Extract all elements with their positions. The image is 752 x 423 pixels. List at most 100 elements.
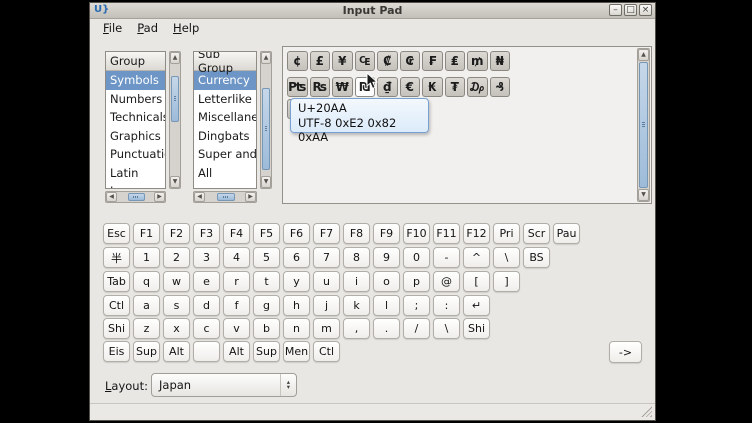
group-item[interactable]: Japanese [106,182,165,189]
group-horizontal-scrollbar[interactable]: ◀ ▶ [105,191,166,203]
key[interactable]: p [403,271,430,292]
key[interactable]: - [433,247,460,268]
scroll-up-icon[interactable]: ▲ [170,52,180,64]
char-key[interactable]: ₠ [355,51,376,71]
key[interactable]: k [343,295,370,316]
key[interactable]: y [283,271,310,292]
key[interactable]: ; [403,295,430,316]
group-vscroll-thumb[interactable] [171,76,179,122]
subgroup-item[interactable]: Dingbats [194,127,256,146]
key[interactable]: 8 [343,247,370,268]
key[interactable]: 6 [283,247,310,268]
key[interactable]: F5 [253,223,280,244]
resize-grip[interactable] [641,406,652,417]
key[interactable]: o [373,271,400,292]
key[interactable]: F10 [403,223,430,244]
scroll-right-icon[interactable]: ▶ [154,192,165,202]
charpad-vertical-scrollbar[interactable]: ▲ ▼ [637,48,650,202]
charpad-vscroll-thumb[interactable] [639,62,648,188]
char-key[interactable]: ₥ [467,51,488,71]
group-item[interactable]: Numbers [106,90,165,109]
key[interactable]: F1 [133,223,160,244]
key[interactable]: x [163,318,190,339]
key[interactable]: Shi [103,318,130,339]
subgroup-vscroll-thumb[interactable] [262,88,270,170]
key[interactable]: 4 [223,247,250,268]
layout-combobox[interactable]: Japan ▴▾ [151,373,297,397]
key[interactable]: s [163,295,190,316]
key[interactable]: \ [433,318,460,339]
char-key[interactable]: € [400,77,421,97]
key[interactable]: c [193,318,220,339]
key[interactable]: h [283,295,310,316]
key[interactable]: 9 [373,247,400,268]
group-item[interactable]: Graphics [106,127,165,146]
char-key[interactable]: £ [310,51,331,71]
key[interactable]: d [193,295,220,316]
key[interactable]: b [253,318,280,339]
char-key[interactable]: ₭ [422,77,443,97]
scroll-left-icon[interactable]: ◀ [106,192,117,202]
key[interactable]: F2 [163,223,190,244]
key[interactable]: F4 [223,223,250,244]
key[interactable]: F6 [283,223,310,244]
scroll-down-icon[interactable]: ▼ [170,176,180,188]
key[interactable]: g [253,295,280,316]
group-item[interactable]: Punctuation [106,145,165,164]
key[interactable]: : [433,295,460,316]
key[interactable]: Alt [163,341,190,362]
key[interactable]: r [223,271,250,292]
key[interactable]: F12 [463,223,490,244]
scroll-left-icon[interactable]: ◀ [194,192,205,202]
key[interactable]: f [223,295,250,316]
minimize-button[interactable]: – [609,4,622,16]
key[interactable]: t [253,271,280,292]
key[interactable]: BS [523,247,550,268]
key[interactable]: F11 [433,223,460,244]
scroll-right-icon[interactable]: ▶ [245,192,256,202]
menu-file[interactable]: File [100,20,125,36]
key-space[interactable] [193,341,220,362]
char-key[interactable]: ₩ [332,77,353,97]
scroll-down-icon[interactable]: ▼ [261,176,271,188]
subgroup-item[interactable]: Miscellaneo [194,108,256,127]
key[interactable]: u [313,271,340,292]
close-button[interactable]: × [639,4,652,16]
key[interactable]: i [343,271,370,292]
group-item[interactable]: Symbols [106,71,165,90]
scroll-up-icon[interactable]: ▲ [261,52,271,64]
key[interactable]: Alt [223,341,250,362]
key[interactable]: n [283,318,310,339]
char-key[interactable]: ₰ [490,77,511,97]
key[interactable]: 0 [403,247,430,268]
key[interactable]: Ctl [313,341,340,362]
key[interactable]: Scr [523,223,550,244]
group-item[interactable]: Latin [106,164,165,183]
key[interactable]: , [343,318,370,339]
maximize-button[interactable]: □ [624,4,637,16]
key[interactable]: [ [463,271,490,292]
key[interactable]: 5 [253,247,280,268]
char-key[interactable]: ₨ [310,77,331,97]
key[interactable]: ] [493,271,520,292]
key[interactable]: F3 [193,223,220,244]
key[interactable]: Shi [463,318,490,339]
key[interactable]: Tab [103,271,130,292]
char-key[interactable]: ₣ [422,51,443,71]
key[interactable]: Sup [253,341,280,362]
key[interactable]: F7 [313,223,340,244]
key[interactable]: Ctl [103,295,130,316]
key[interactable]: 半 [103,247,130,268]
subgroup-item[interactable]: Currency [194,71,256,90]
char-key[interactable]: ¢ [287,51,308,71]
char-key[interactable]: ¥ [332,51,353,71]
key[interactable]: @ [433,271,460,292]
subgroup-item[interactable]: All [194,164,256,183]
key[interactable]: v [223,318,250,339]
subgroup-vertical-scrollbar[interactable]: ▲ ▼ [260,51,272,189]
char-key[interactable]: ₢ [400,51,421,71]
key[interactable]: Esc [103,223,130,244]
key[interactable]: l [373,295,400,316]
char-key[interactable]: ₯ [467,77,488,97]
char-key[interactable]: ₡ [377,51,398,71]
